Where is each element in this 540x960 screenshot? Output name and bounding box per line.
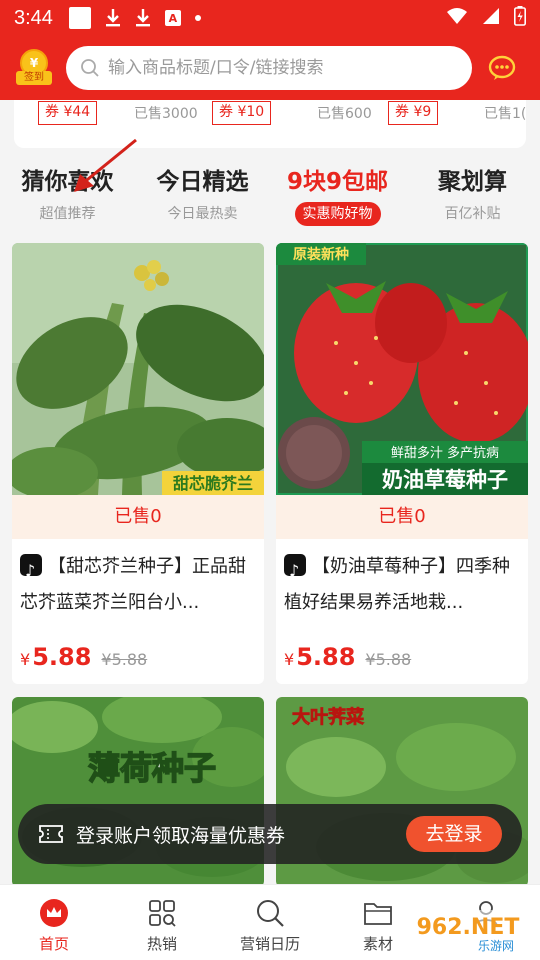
tab-guess-you-like[interactable]: 猜你喜欢 超值推荐 <box>0 160 135 226</box>
signal-icon <box>482 7 500 29</box>
tiktok-icon <box>284 553 306 589</box>
tab-subtitle: 实惠购好物 <box>294 202 381 226</box>
login-banner: 登录账户领取海量优惠券 去登录 <box>18 804 522 864</box>
search-icon <box>81 59 99 77</box>
coupon-item[interactable]: 券 ¥10 <box>212 100 272 126</box>
sold-count: 已售600 <box>317 106 372 122</box>
login-button[interactable]: 去登录 <box>406 816 502 852</box>
image-sub-label: 鲜甜多汁 多产抗病 <box>391 445 499 461</box>
product-card[interactable]: 原装新种 鲜甜多汁 多产抗病 奶油草莓种子 已售0 【奶油草莓种子】四季种植好结… <box>276 243 528 684</box>
message-button[interactable] <box>488 54 516 82</box>
nav-label: 营销日历 <box>239 935 300 953</box>
status-time: 3:44 <box>14 6 53 29</box>
site-watermark-logo: 962.NET 乐游网 <box>400 910 536 954</box>
product-title: 【奶油草莓种子】四季种植好结果易养活地栽... <box>284 549 524 621</box>
battery-icon <box>514 6 526 30</box>
checkin-badge: 签到 <box>16 71 52 85</box>
grid-search-icon <box>146 897 178 929</box>
tab-juhuasuan[interactable]: 聚划算 百亿补贴 <box>405 160 540 226</box>
sold-count: 已售1( <box>484 106 526 122</box>
image-label: 甜芯脆芥兰 <box>173 474 253 493</box>
tab-subtitle: 超值推荐 <box>39 206 96 222</box>
price-row: ¥ 5.88 ¥5.88 <box>20 643 147 679</box>
tab-title: 今日精选 <box>156 169 249 195</box>
search-box[interactable] <box>66 46 472 90</box>
current-price: 5.88 <box>296 643 356 671</box>
ticket-icon <box>39 825 63 843</box>
checkin-avatar[interactable]: ¥ 签到 <box>16 49 52 87</box>
search-icon <box>254 897 286 929</box>
coupon-item[interactable]: 券 ¥9 <box>388 100 439 126</box>
currency-symbol: ¥ <box>284 650 295 669</box>
currency-symbol: ¥ <box>20 650 31 669</box>
nav-label: 首页 <box>38 935 69 953</box>
coupon-item[interactable]: 券 ¥44 <box>38 100 98 126</box>
coupon-sold: 已售1( <box>484 100 526 126</box>
download-icon <box>135 8 151 28</box>
tab-title: 聚划算 <box>438 169 507 195</box>
product-title: 【甜芯芥兰种子】正品甜芯芥蓝菜芥兰阳台小... <box>20 549 260 621</box>
tiktok-icon <box>20 553 42 589</box>
nav-home[interactable]: 首页 <box>0 897 108 954</box>
category-tabs: 猜你喜欢 超值推荐 今日精选 今日最热卖 9块9包邮 实惠购好物 聚划算 百亿补… <box>0 160 540 236</box>
folder-icon <box>362 897 394 929</box>
app-a-icon: A <box>164 10 181 26</box>
notification-square-icon <box>68 7 91 29</box>
coupon-sold: 已售3000 <box>134 100 198 126</box>
svg-text:乐游网: 乐游网 <box>478 939 514 953</box>
tab-nine-nine[interactable]: 9块9包邮 实惠购好物 <box>270 160 405 226</box>
tab-subtitle: 百亿补贴 <box>444 206 501 222</box>
wifi-icon <box>446 7 468 29</box>
image-top-label: 原装新种 <box>293 246 349 263</box>
image-label: 大叶荠菜 <box>292 706 364 728</box>
coupon-tag: 券 ¥44 <box>38 101 98 125</box>
sold-count: 已售3000 <box>134 106 198 122</box>
product-card[interactable]: 甜芯脆芥兰 已售0 【甜芯芥兰种子】正品甜芯芥蓝菜芥兰阳台小... ¥ 5.88… <box>12 243 264 684</box>
coupon-tag: 券 ¥9 <box>388 101 439 125</box>
svg-text:962.NET: 962.NET <box>417 915 520 940</box>
app-header: ¥ 签到 <box>0 36 540 100</box>
crown-icon <box>38 897 70 929</box>
tab-title: 9块9包邮 <box>286 169 388 195</box>
dot-icon <box>194 15 201 21</box>
original-price: ¥5.88 <box>101 650 148 669</box>
nav-hot[interactable]: 热销 <box>108 897 216 954</box>
sold-count: 已售0 <box>276 495 528 539</box>
current-price: 5.88 <box>32 643 92 671</box>
login-promo-text: 登录账户领取海量优惠券 <box>76 824 286 847</box>
status-bar: 3:44 A <box>0 0 540 36</box>
nav-calendar[interactable]: 营销日历 <box>216 897 324 954</box>
product-title-text: 【甜芯芥兰种子】正品甜芯芥蓝菜芥兰阳台小... <box>20 556 246 613</box>
price-row: ¥ 5.88 ¥5.88 <box>284 643 411 679</box>
coupon-strip: 券 ¥44 已售3000 券 ¥10 已售600 券 ¥9 已售1( <box>14 100 526 148</box>
image-label: 奶油草莓种子 <box>382 468 508 492</box>
tab-title: 猜你喜欢 <box>21 169 114 195</box>
coupon-sold: 已售600 <box>317 100 372 126</box>
image-label: 薄荷种子 <box>88 749 216 787</box>
product-image: 原装新种 鲜甜多汁 多产抗病 奶油草莓种子 <box>276 243 528 495</box>
nav-label: 热销 <box>146 935 177 953</box>
chat-bubble-icon <box>488 55 516 80</box>
sold-count: 已售0 <box>12 495 264 539</box>
download-icon <box>105 8 121 28</box>
search-input[interactable] <box>108 58 448 78</box>
tab-subtitle: 今日最热卖 <box>167 206 238 222</box>
product-title-text: 【奶油草莓种子】四季种植好结果易养活地栽... <box>284 556 510 613</box>
product-image: 甜芯脆芥兰 <box>12 243 264 495</box>
coupon-tag: 券 ¥10 <box>212 101 272 125</box>
original-price: ¥5.88 <box>365 650 412 669</box>
tab-today-picks[interactable]: 今日精选 今日最热卖 <box>135 160 270 226</box>
